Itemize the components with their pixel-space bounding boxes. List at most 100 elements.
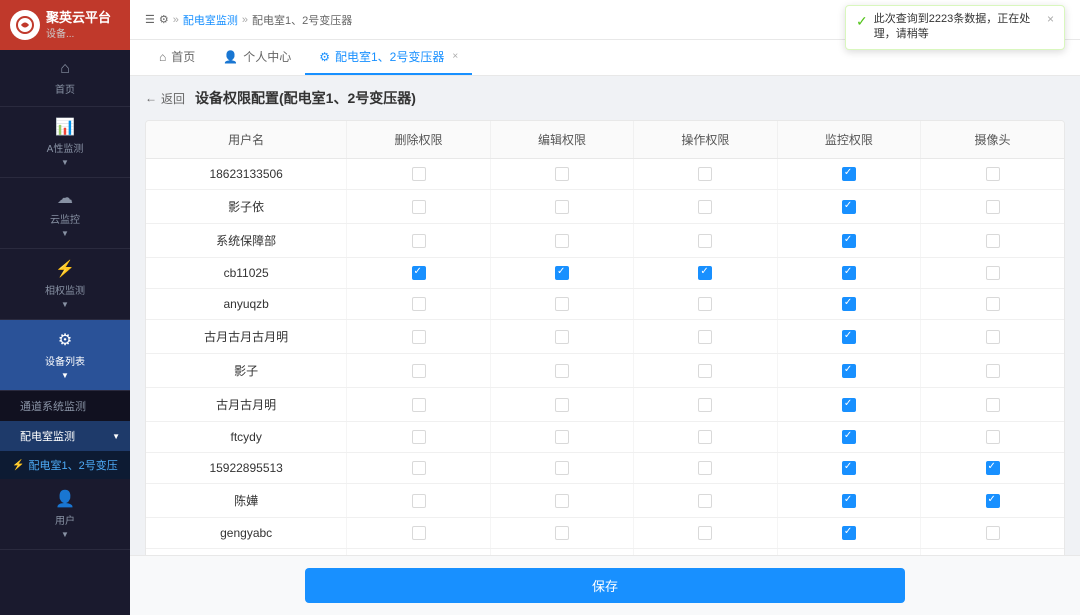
success-icon: ✓ (856, 13, 868, 30)
checkbox-monitor[interactable] (842, 167, 856, 181)
checkbox-edit[interactable] (555, 430, 569, 444)
checkbox-camera[interactable] (986, 398, 1000, 412)
sidebar-device-item[interactable]: ⚡ 配电室1、2号变压 (0, 451, 130, 479)
checkbox-delete[interactable] (412, 398, 426, 412)
checkbox-operate[interactable] (698, 330, 712, 344)
permissions-table: 用户名 删除权限 编辑权限 操作权限 监控权限 摄像头 18623133506 (146, 121, 1064, 555)
checkbox-camera[interactable] (986, 167, 1000, 181)
checkbox-edit[interactable] (555, 266, 569, 280)
checkbox-monitor[interactable] (842, 494, 856, 508)
cell-username: 影子依 (146, 190, 347, 224)
checkbox-operate[interactable] (698, 167, 712, 181)
checkbox-camera[interactable] (986, 200, 1000, 214)
table-row: gengyabc (146, 518, 1064, 549)
checkbox-monitor[interactable] (842, 200, 856, 214)
checkbox-monitor[interactable] (842, 526, 856, 540)
back-button[interactable]: ← 返回 (145, 90, 185, 107)
checkbox-camera[interactable] (986, 234, 1000, 248)
checkbox-delete[interactable] (412, 526, 426, 540)
checkbox-edit[interactable] (555, 200, 569, 214)
cell-username: 陈嬅 (146, 484, 347, 518)
users-icon: 👤 (55, 489, 75, 509)
checkbox-delete[interactable] (412, 330, 426, 344)
checkbox-edit[interactable] (555, 234, 569, 248)
checkbox-edit[interactable] (555, 297, 569, 311)
checkbox-monitor[interactable] (842, 364, 856, 378)
cell-camera (921, 484, 1064, 518)
checkbox-delete[interactable] (412, 200, 426, 214)
checkbox-monitor[interactable] (842, 430, 856, 444)
cell-edit (490, 518, 633, 549)
checkbox-operate[interactable] (698, 200, 712, 214)
save-button[interactable]: 保存 (305, 568, 905, 603)
checkbox-camera[interactable] (986, 430, 1000, 444)
breadcrumb-current: 配电室1、2号变压器 (252, 12, 352, 28)
checkbox-monitor[interactable] (842, 398, 856, 412)
page-title: 设备权限配置(配电室1、2号变压器) (195, 88, 416, 108)
checkbox-delete[interactable] (412, 297, 426, 311)
checkbox-delete[interactable] (412, 461, 426, 475)
tab-close-button[interactable]: × (452, 51, 458, 62)
checkbox-camera[interactable] (986, 364, 1000, 378)
checkbox-edit[interactable] (555, 330, 569, 344)
checkbox-camera[interactable] (986, 461, 1000, 475)
checkbox-operate[interactable] (698, 526, 712, 540)
cell-edit (490, 388, 633, 422)
checkbox-delete[interactable] (412, 430, 426, 444)
checkbox-operate[interactable] (698, 234, 712, 248)
checkbox-operate[interactable] (698, 364, 712, 378)
checkbox-camera[interactable] (986, 494, 1000, 508)
checkbox-camera[interactable] (986, 297, 1000, 311)
checkbox-edit[interactable] (555, 494, 569, 508)
device-icon: ⚡ (12, 460, 24, 471)
checkbox-operate[interactable] (698, 297, 712, 311)
cell-delete (347, 484, 490, 518)
checkbox-operate[interactable] (698, 430, 712, 444)
cell-camera (921, 320, 1064, 354)
checkbox-delete[interactable] (412, 364, 426, 378)
cell-monitor (777, 453, 920, 484)
sidebar-item-cloud[interactable]: ☁ 云监控 ▼ (0, 178, 130, 249)
checkbox-delete[interactable] (412, 266, 426, 280)
breadcrumb-devices[interactable]: 配电室监测 (183, 12, 238, 28)
tab-personal[interactable]: 👤 个人中心 (209, 40, 305, 75)
checkbox-operate[interactable] (698, 461, 712, 475)
checkbox-operate[interactable] (698, 398, 712, 412)
sidebar-item-a-monitor[interactable]: 📊 A性监测 ▼ (0, 107, 130, 178)
tab-home-label: 首页 (171, 48, 195, 65)
sidebar: 聚英云平台 设备... ⌂ 首页 📊 A性监测 ▼ ☁ 云监控 ▼ ⚡ 相权监测… (0, 0, 130, 615)
checkbox-delete[interactable] (412, 494, 426, 508)
checkbox-monitor[interactable] (842, 266, 856, 280)
checkbox-monitor[interactable] (842, 461, 856, 475)
checkbox-monitor[interactable] (842, 234, 856, 248)
checkbox-edit[interactable] (555, 461, 569, 475)
sidebar-sub-power[interactable]: 配电室监测 ▼ (0, 421, 130, 451)
tab-home[interactable]: ⌂ 首页 (145, 40, 209, 75)
checkbox-operate[interactable] (698, 494, 712, 508)
sidebar-item-devices[interactable]: ⚙ 设备列表 ▼ (0, 320, 130, 391)
checkbox-edit[interactable] (555, 398, 569, 412)
checkbox-camera[interactable] (986, 266, 1000, 280)
cell-edit (490, 190, 633, 224)
table-row: anyuqzb (146, 289, 1064, 320)
sidebar-sub-channel[interactable]: 通道系统监测 (0, 391, 130, 421)
sidebar-item-relay[interactable]: ⚡ 相权监测 ▼ (0, 249, 130, 320)
checkbox-edit[interactable] (555, 167, 569, 181)
checkbox-monitor[interactable] (842, 330, 856, 344)
permissions-table-wrapper: 用户名 删除权限 编辑权限 操作权限 监控权限 摄像头 18623133506 (145, 120, 1065, 555)
toast-close-button[interactable]: × (1047, 12, 1054, 26)
checkbox-delete[interactable] (412, 167, 426, 181)
checkbox-camera[interactable] (986, 330, 1000, 344)
cell-edit (490, 484, 633, 518)
sidebar-item-home[interactable]: ⌂ 首页 (0, 50, 130, 107)
checkbox-edit[interactable] (555, 526, 569, 540)
sidebar-item-users[interactable]: 👤 用户 ▼ (0, 479, 130, 550)
checkbox-delete[interactable] (412, 234, 426, 248)
checkbox-camera[interactable] (986, 526, 1000, 540)
cell-operate (634, 484, 777, 518)
tab-device[interactable]: ⚙ 配电室1、2号变压器 × (305, 40, 472, 75)
checkbox-operate[interactable] (698, 266, 712, 280)
checkbox-monitor[interactable] (842, 297, 856, 311)
col-camera: 摄像头 (921, 121, 1064, 159)
checkbox-edit[interactable] (555, 364, 569, 378)
